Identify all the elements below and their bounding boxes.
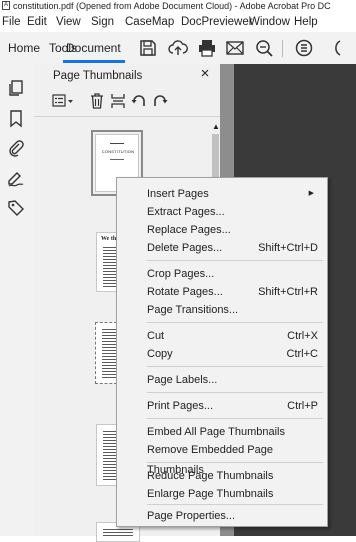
menu-separator (147, 462, 323, 463)
menu-item-reduce-thumbnails[interactable]: Reduce Page Thumbnails (117, 466, 327, 486)
page-context-menu: Insert Pages ▶ Extract Pages... Replace P… (116, 177, 328, 527)
menu-separator (147, 504, 323, 505)
menu-casemap[interactable]: CaseMap (125, 12, 174, 32)
panel-divider (34, 116, 220, 117)
menu-item-rotate-pages[interactable]: Rotate Pages... Shift+Ctrl+R (117, 282, 327, 302)
panel-title: Page Thumbnails (53, 70, 143, 82)
navigation-rail (0, 64, 35, 536)
scroll-up-icon[interactable]: ▲ (212, 122, 220, 131)
menu-item-crop-pages[interactable]: Crop Pages... (117, 264, 327, 284)
rotate-left-icon[interactable] (131, 92, 147, 110)
active-tab-indicator (63, 60, 125, 63)
menu-item-print-pages[interactable]: Print Pages... Ctrl+P (117, 396, 327, 416)
menu-bar: File Edit View Sign CaseMap DocPreviewer… (0, 12, 356, 32)
delete-page-icon[interactable] (89, 92, 105, 110)
menu-docpreviewer[interactable]: DocPreviewer (181, 12, 253, 32)
panel-close-icon[interactable]: × (198, 66, 212, 82)
page-heading: CONSTITUTION (101, 149, 135, 154)
menu-separator (147, 260, 323, 261)
submenu-arrow-icon: ▶ (308, 190, 314, 197)
menu-item-page-labels[interactable]: Page Labels... (117, 370, 327, 390)
menu-item-page-transitions[interactable]: Page Transitions... (117, 300, 327, 320)
scroll-mode-icon[interactable] (294, 38, 314, 58)
menu-item-page-properties[interactable]: Page Properties... (117, 506, 327, 526)
menu-item-enlarge-thumbnails[interactable]: Enlarge Page Thumbnails (117, 484, 327, 504)
menu-separator (147, 322, 323, 323)
menu-file[interactable]: File (2, 12, 21, 32)
menu-item-replace-pages[interactable]: Replace Pages... (117, 220, 327, 240)
page-rule (110, 159, 124, 160)
acrobat-app-icon: A (2, 1, 10, 10)
menu-separator (147, 366, 323, 367)
title-bar: A constitution.pdf (Opened from Adobe Do… (0, 0, 356, 12)
main-toolbar: Home Tools Document (0, 32, 356, 65)
next-tool-icon[interactable] (328, 38, 348, 58)
insert-page-icon[interactable] (110, 92, 126, 110)
menu-item-cut[interactable]: Cut Ctrl+X (117, 326, 327, 346)
menu-edit[interactable]: Edit (27, 12, 47, 32)
page-thumbnails-icon[interactable] (6, 78, 26, 98)
menu-window[interactable]: Window (249, 12, 290, 32)
options-menu-icon[interactable] (52, 92, 74, 110)
menu-item-insert-pages[interactable]: Insert Pages ▶ (117, 184, 327, 204)
tab-document[interactable]: Document (66, 41, 121, 55)
zoom-search-icon[interactable] (254, 38, 274, 58)
rotate-right-icon[interactable] (152, 92, 168, 110)
menu-separator (147, 392, 323, 393)
window-title: constitution.pdf (Opened from Adobe Docu… (13, 1, 331, 11)
menu-item-copy[interactable]: Copy Ctrl+C (117, 344, 327, 364)
page-ornament (110, 143, 124, 148)
email-icon[interactable] (225, 38, 245, 58)
menu-item-embed-thumbnails[interactable]: Embed All Page Thumbnails (117, 422, 327, 442)
bookmark-icon[interactable] (6, 108, 26, 128)
tab-home[interactable]: Home (8, 41, 40, 55)
save-icon[interactable] (138, 38, 158, 58)
print-icon[interactable] (197, 38, 217, 58)
menu-item-remove-embedded-thumbnails[interactable]: Remove Embedded Page Thumbnails (117, 440, 327, 476)
menu-item-extract-pages[interactable]: Extract Pages... (117, 202, 327, 222)
menu-view[interactable]: View (56, 12, 81, 32)
signature-icon[interactable] (6, 168, 26, 188)
menu-sign[interactable]: Sign (91, 12, 114, 32)
menu-help[interactable]: Help (294, 12, 318, 32)
menu-separator (147, 418, 323, 419)
tag-icon[interactable] (6, 198, 26, 218)
menu-item-delete-pages[interactable]: Delete Pages... Shift+Ctrl+D (117, 238, 327, 258)
toolbar-separator (282, 40, 283, 57)
attachment-icon[interactable] (6, 138, 26, 158)
upload-icon[interactable] (168, 38, 188, 58)
